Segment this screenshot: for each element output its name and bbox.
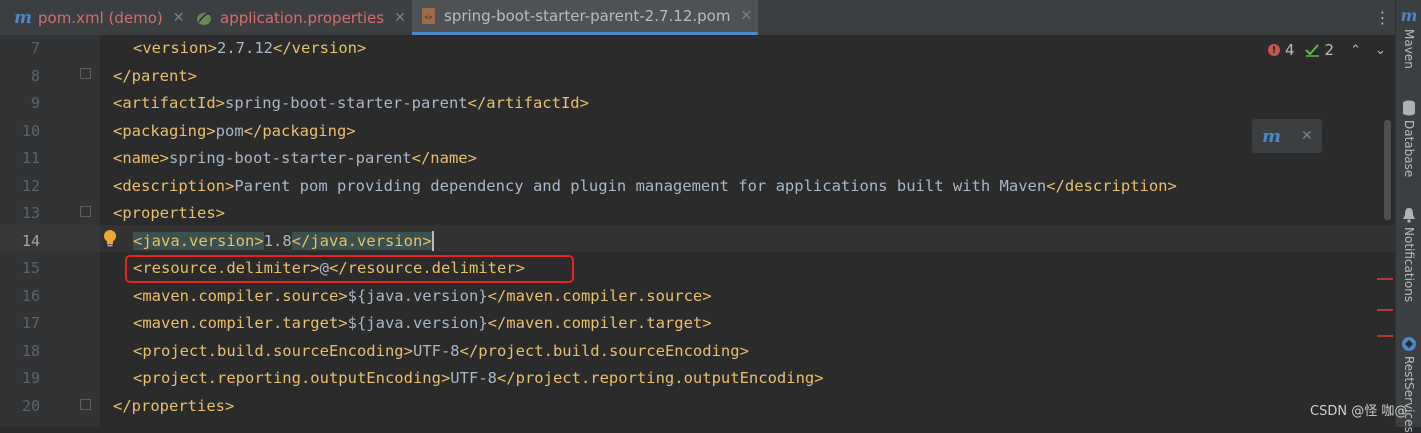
code-line-10: <packaging>pom</packaging> bbox=[113, 121, 356, 140]
close-icon[interactable]: ✕ bbox=[394, 10, 406, 26]
maven-icon: m bbox=[1400, 6, 1418, 25]
highlight-annotation-box bbox=[125, 255, 574, 283]
close-icon[interactable]: ✕ bbox=[173, 10, 185, 26]
line-number: 16 bbox=[21, 286, 40, 305]
line-number: 8 bbox=[30, 66, 40, 85]
line-number: 19 bbox=[21, 369, 40, 387]
maven-reload-icon[interactable]: m bbox=[1262, 126, 1281, 147]
code-line-7: <version>2.7.12</version> bbox=[133, 39, 367, 57]
code-line-12: <description>Parent pom providing depend… bbox=[113, 176, 1177, 195]
tab-application-properties[interactable]: application.properties ✕ bbox=[188, 0, 410, 35]
lightbulb-icon[interactable] bbox=[103, 229, 117, 248]
line-number: 13 bbox=[21, 204, 40, 222]
double-check-icon bbox=[1304, 44, 1319, 57]
close-icon[interactable]: ✕ bbox=[740, 8, 752, 24]
error-count[interactable]: ! 4 bbox=[1268, 41, 1295, 59]
right-tool-window-strip: m Maven Database Notifications RestServi… bbox=[1395, 0, 1421, 433]
error-stripe-mark[interactable] bbox=[1377, 309, 1393, 311]
code-line-14: <java.version>1.8</java.version> bbox=[133, 231, 434, 251]
xml-file-icon: <> bbox=[420, 7, 438, 25]
tool-window-notifications[interactable]: Notifications bbox=[1396, 207, 1421, 302]
code-line-17: <maven.compiler.target>${java.version}</… bbox=[133, 314, 712, 332]
editor-tab-bar: m pom.xml (demo) ✕ application.propertie… bbox=[0, 0, 1395, 36]
line-number: 11 bbox=[21, 149, 40, 167]
tool-window-maven[interactable]: m Maven bbox=[1396, 6, 1421, 69]
watermark: CSDN @怪 咖@ bbox=[1310, 404, 1408, 419]
line-number: 17 bbox=[21, 314, 40, 332]
svg-text:<>: <> bbox=[424, 14, 432, 22]
inspection-widget[interactable]: ! 4 2 ⌃ ⌄ bbox=[1268, 41, 1386, 59]
check-count[interactable]: 2 bbox=[1304, 41, 1334, 59]
fold-marker[interactable] bbox=[80, 206, 91, 217]
line-number: 12 bbox=[21, 176, 40, 195]
line-number: 9 bbox=[30, 94, 40, 112]
vertical-scrollbar-thumb[interactable] bbox=[1384, 120, 1391, 220]
code-line-9: <artifactId>spring-boot-starter-parent</… bbox=[113, 94, 589, 112]
maven-reload-popup[interactable]: m ✕ bbox=[1252, 119, 1322, 153]
database-icon bbox=[1403, 100, 1415, 116]
more-tabs-icon[interactable]: ⋮ bbox=[1370, 0, 1395, 35]
spring-leaf-icon bbox=[196, 10, 214, 26]
error-icon: ! bbox=[1268, 44, 1280, 56]
text-caret bbox=[431, 231, 434, 251]
line-number: 7 bbox=[30, 39, 40, 57]
code-line-8: </parent> bbox=[113, 66, 197, 85]
tab-label: pom.xml (demo) bbox=[38, 8, 163, 27]
line-number: 15 bbox=[21, 259, 40, 277]
code-line-19: <project.reporting.outputEncoding>UTF-8<… bbox=[133, 369, 824, 387]
rest-services-icon bbox=[1402, 337, 1416, 351]
line-number: 14 bbox=[21, 231, 40, 250]
fold-marker[interactable] bbox=[80, 68, 91, 79]
code-line-18: <project.build.sourceEncoding>UTF-8</pro… bbox=[133, 341, 749, 360]
maven-icon: m bbox=[14, 7, 32, 28]
tab-pom-xml-demo[interactable]: m pom.xml (demo) ✕ bbox=[6, 0, 186, 35]
code-line-20: </properties> bbox=[113, 396, 235, 415]
line-number: 10 bbox=[21, 121, 40, 140]
tab-label: application.properties bbox=[220, 8, 385, 27]
bell-icon bbox=[1403, 208, 1415, 223]
tool-window-database[interactable]: Database bbox=[1396, 100, 1421, 177]
code-line-16: <maven.compiler.source>${java.version}</… bbox=[133, 286, 712, 305]
line-number: 18 bbox=[21, 341, 40, 360]
tab-label: spring-boot-starter-parent-2.7.12.pom bbox=[444, 7, 731, 25]
fold-marker[interactable] bbox=[80, 399, 91, 410]
code-editor[interactable]: 7 8 9 10 11 12 13 14 15 16 17 18 19 20 <… bbox=[0, 35, 1395, 427]
line-number: 20 bbox=[21, 396, 40, 415]
error-stripe-mark[interactable] bbox=[1377, 278, 1393, 280]
code-line-13: <properties> bbox=[113, 204, 225, 222]
tab-spring-boot-starter-parent-pom[interactable]: <> spring-boot-starter-parent-2.7.12.pom… bbox=[412, 0, 758, 35]
error-stripe-mark[interactable] bbox=[1377, 335, 1393, 337]
close-icon[interactable]: ✕ bbox=[1301, 128, 1313, 144]
code-line-11: <name>spring-boot-starter-parent</name> bbox=[113, 149, 477, 167]
previous-highlight-icon[interactable]: ⌃ bbox=[1350, 43, 1361, 58]
next-highlight-icon[interactable]: ⌄ bbox=[1375, 43, 1386, 58]
